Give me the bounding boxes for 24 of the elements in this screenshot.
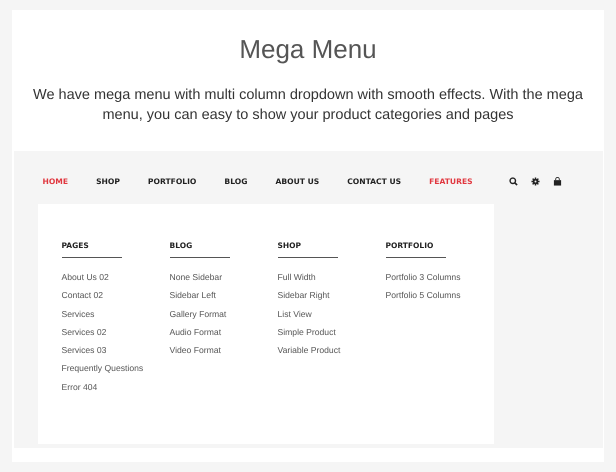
menu-link[interactable]: Audio Format bbox=[170, 326, 260, 338]
menu-link[interactable]: Services 02 bbox=[62, 326, 152, 338]
menu-link[interactable]: Services bbox=[62, 308, 152, 320]
menu-link[interactable]: Video Format bbox=[170, 345, 260, 356]
menu-link[interactable]: About Us 02 bbox=[62, 272, 152, 283]
menu-link[interactable]: Sidebar Left bbox=[170, 290, 260, 302]
shopping-bag-icon[interactable] bbox=[552, 176, 562, 186]
menu-link[interactable]: Frequently Questions bbox=[62, 363, 152, 374]
menu-link[interactable]: Error 404 bbox=[62, 382, 152, 393]
menu-link[interactable]: Full Width bbox=[278, 272, 368, 283]
description-text: We have mega menu with multi column dropdown with smooth effects. With the mega menu, you can easy to show your product categories and pages bbox=[32, 86, 584, 125]
menu-link[interactable]: Services 03 bbox=[62, 345, 152, 356]
menu-link[interactable]: List View bbox=[278, 308, 368, 320]
search-icon[interactable] bbox=[508, 176, 518, 186]
menu-link[interactable]: Portfolio 3 Columns bbox=[386, 272, 476, 283]
page-title: Mega Menu bbox=[239, 33, 377, 65]
menu-link[interactable]: Variable Product bbox=[278, 345, 368, 356]
menu-link[interactable]: Portfolio 5 Columns bbox=[386, 290, 476, 302]
settings-icon[interactable] bbox=[530, 176, 540, 186]
menu-link[interactable]: Sidebar Right bbox=[278, 290, 368, 302]
menu-link[interactable]: Simple Product bbox=[278, 326, 368, 338]
menu-link[interactable]: Gallery Format bbox=[170, 308, 260, 320]
menu-link[interactable]: Contact 02 bbox=[62, 290, 152, 302]
menu-link[interactable]: None Sidebar bbox=[170, 272, 260, 283]
